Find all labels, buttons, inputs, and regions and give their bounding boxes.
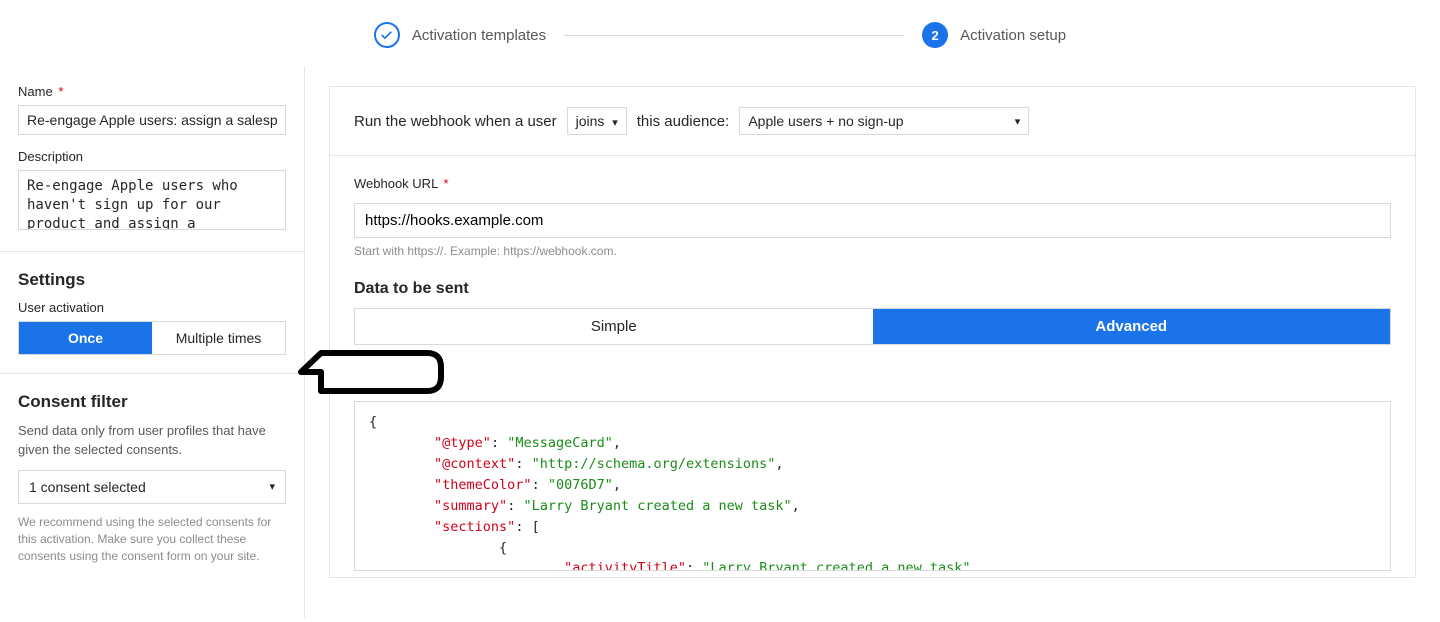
sidebar: Name * Description Re-engage Apple users… (0, 66, 305, 618)
webhook-hint: Start with https://. Example: https://we… (354, 244, 1391, 258)
data-mode-tabs: Simple Advanced (354, 308, 1391, 345)
user-activation-label: User activation (18, 300, 286, 315)
tab-advanced[interactable]: Advanced (873, 309, 1391, 344)
consent-help: Send data only from user profiles that h… (18, 422, 286, 460)
consent-heading: Consent filter (18, 392, 286, 412)
step-number: 2 (922, 22, 948, 48)
trigger-prefix: Run the webhook when a user (354, 113, 557, 130)
trigger-row: Run the webhook when a user joins ▾ this… (330, 87, 1415, 156)
name-label: Name * (18, 84, 286, 99)
main: Run the webhook when a user joins ▾ this… (305, 66, 1440, 618)
webhook-section: Webhook URL * Start with https://. Examp… (330, 156, 1415, 577)
stepper: Activation templates 2 Activation setup (0, 0, 1440, 66)
sidebar-section-settings: Settings User activation Once Multiple t… (0, 252, 304, 374)
sidebar-section-basic: Name * Description Re-engage Apple users… (0, 66, 304, 252)
chevron-down-icon: ▾ (1015, 115, 1021, 128)
multiple-times-button[interactable]: Multiple times (152, 322, 285, 354)
webhook-url-input[interactable] (354, 203, 1391, 238)
once-button[interactable]: Once (19, 322, 152, 354)
step-activation-setup[interactable]: 2 Activation setup (922, 22, 1066, 48)
consent-select-label: 1 consent selected (29, 479, 146, 495)
audience-select[interactable]: Apple users + no sign-up▾ (739, 107, 1029, 135)
user-activation-segmented: Once Multiple times (18, 321, 286, 355)
description-input[interactable]: Re-engage Apple users who haven't sign u… (18, 170, 286, 230)
step-label: Activation templates (412, 27, 546, 44)
sidebar-section-consent: Consent filter Send data only from user … (0, 374, 304, 584)
validate-button[interactable]: Validate (354, 359, 434, 391)
webhook-url-label: Webhook URL * (354, 176, 1391, 191)
data-heading: Data to be sent (354, 280, 1391, 298)
consent-recommend: We recommend using the selected consents… (18, 514, 286, 566)
name-input[interactable] (18, 105, 286, 135)
consent-select[interactable]: 1 consent selected ▾ (18, 470, 286, 504)
settings-heading: Settings (18, 270, 286, 290)
trigger-action-select[interactable]: joins ▾ (567, 107, 627, 135)
description-label: Description (18, 149, 286, 164)
step-connector (564, 35, 904, 36)
config-card: Run the webhook when a user joins ▾ this… (329, 86, 1416, 578)
chevron-down-icon: ▾ (269, 480, 275, 493)
check-icon (374, 22, 400, 48)
trigger-suffix: this audience: (637, 113, 730, 130)
tab-simple[interactable]: Simple (355, 309, 873, 344)
chevron-down-icon: ▾ (612, 117, 618, 129)
step-label: Activation setup (960, 27, 1066, 44)
payload-editor[interactable]: { "@type": "MessageCard", "@context": "h… (354, 401, 1391, 571)
step-activation-templates[interactable]: Activation templates (374, 22, 546, 48)
